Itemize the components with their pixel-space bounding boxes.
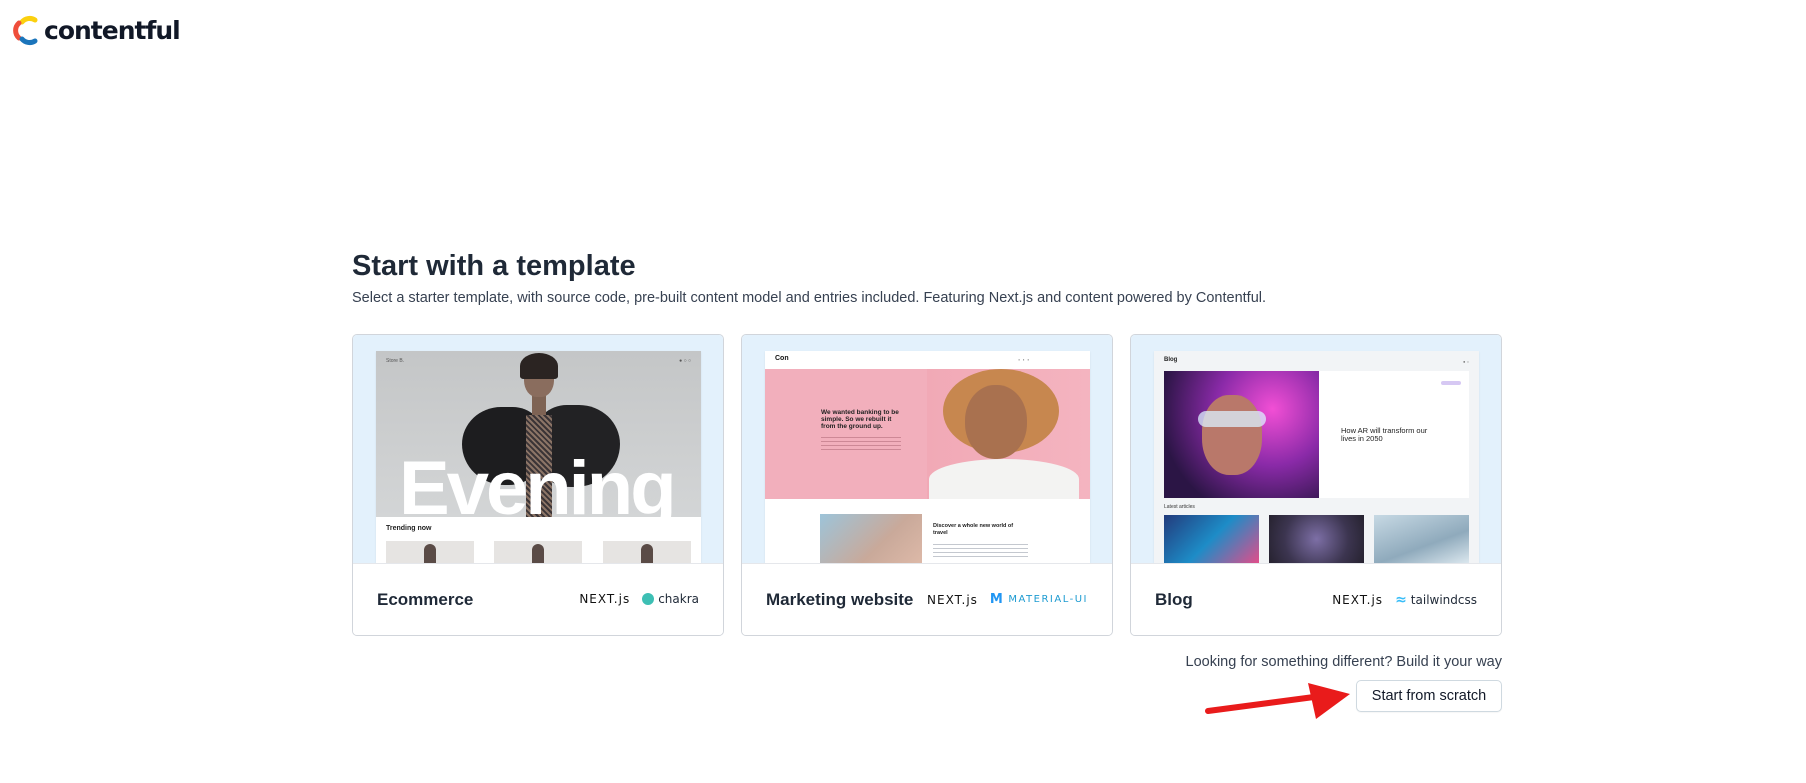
page-title: Start with a template	[352, 250, 636, 282]
contentful-wordmark: contentful	[44, 15, 181, 45]
main-content: Start with a template Select a starter t…	[352, 246, 1502, 712]
start-from-scratch-button[interactable]: Start from scratch	[1356, 680, 1502, 712]
tech-logos: NEXT.js M MATERIAL-UI	[927, 592, 1088, 607]
template-card-marketing[interactable]: Con ▪ ▪ ▪ We wanted banking to be simple…	[741, 334, 1113, 636]
red-arrow-icon	[1205, 683, 1350, 719]
blog-featured-title: How AR will transform our lives in 2050	[1341, 426, 1428, 443]
template-card-footer: Blog NEXT.js ≈ tailwindcss	[1131, 563, 1501, 635]
template-preview-marketing: Con ▪ ▪ ▪ We wanted banking to be simple…	[742, 335, 1112, 563]
blog-screenshot: Blog ● ○ How AR will transform our lives…	[1154, 351, 1479, 563]
blog-latest-label: Latest articles	[1164, 504, 1195, 510]
contentful-logo[interactable]: contentful	[10, 14, 181, 46]
page-subtitle: Select a starter template, with source c…	[352, 290, 1267, 306]
nextjs-logo: NEXT.js	[579, 592, 631, 606]
nextjs-logo: NEXT.js	[1332, 593, 1384, 607]
marketing-section-heading: Discover a whole new world of travel	[933, 523, 1014, 536]
template-cards: Store B. ● ○ ○ Evening Trending now Ecom…	[352, 334, 1502, 636]
tailwindcss-logo: ≈ tailwindcss	[1395, 592, 1477, 608]
marketing-hero-heading: We wanted banking to be simple. So we re…	[821, 409, 899, 430]
template-preview-ecommerce: Store B. ● ○ ○ Evening Trending now	[353, 335, 723, 563]
blog-preview-brand: Blog	[1164, 357, 1178, 363]
template-card-footer: Marketing website NEXT.js M MATERIAL-UI	[742, 563, 1112, 635]
build-your-way-text: Looking for something different? Build i…	[1185, 654, 1503, 670]
template-card-footer: Ecommerce NEXT.js chakra	[353, 563, 723, 635]
chakra-logo: chakra	[642, 592, 699, 606]
material-ui-logo: M MATERIAL-UI	[989, 592, 1088, 607]
tech-logos: NEXT.js chakra	[579, 592, 699, 606]
contentful-logo-icon	[13, 15, 38, 46]
ecommerce-trending-label: Trending now	[386, 525, 432, 532]
template-picker-page: contentful Start with a template Select …	[0, 0, 1806, 783]
tech-logos: NEXT.js ≈ tailwindcss	[1332, 592, 1477, 608]
marketing-preview-brand: Con	[775, 355, 789, 362]
ecommerce-preview-brand: Store B.	[386, 358, 405, 364]
chakra-icon	[642, 593, 655, 605]
ecommerce-screenshot: Store B. ● ○ ○ Evening Trending now	[376, 351, 701, 563]
marketing-screenshot: Con ▪ ▪ ▪ We wanted banking to be simple…	[765, 351, 1090, 563]
template-name: Marketing website	[766, 590, 914, 609]
material-ui-icon: M	[989, 592, 1005, 607]
nextjs-logo: NEXT.js	[927, 592, 978, 607]
template-name: Ecommerce	[377, 590, 474, 609]
template-card-blog[interactable]: Blog ● ○ How AR will transform our lives…	[1130, 334, 1502, 636]
template-name: Blog	[1155, 590, 1193, 609]
tailwind-icon: ≈	[1395, 592, 1407, 608]
template-card-ecommerce[interactable]: Store B. ● ○ ○ Evening Trending now Ecom…	[352, 334, 724, 636]
template-preview-blog: Blog ● ○ How AR will transform our lives…	[1131, 335, 1501, 563]
